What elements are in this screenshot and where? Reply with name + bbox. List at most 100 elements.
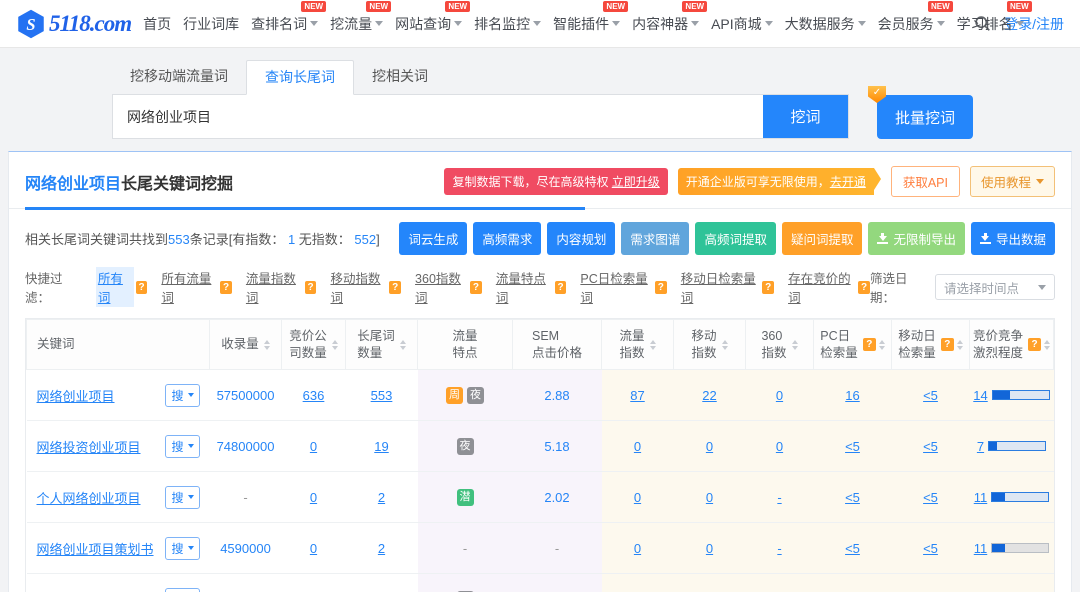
- action-高频词提取[interactable]: 高频词提取: [695, 222, 776, 255]
- traffic-index-cell-link[interactable]: 87: [630, 388, 644, 403]
- bid-company-count-cell-link[interactable]: 0: [310, 490, 317, 505]
- tab-查询长尾词[interactable]: 查询长尾词: [246, 60, 354, 95]
- keyword-link[interactable]: 个人网络创业项目: [37, 488, 141, 507]
- keyword-search-button[interactable]: 搜: [165, 384, 199, 407]
- longtail-count-cell-link[interactable]: 2: [378, 490, 385, 505]
- keyword-search-button[interactable]: 搜: [165, 588, 199, 592]
- pc-daily-search-cell-link[interactable]: <5: [845, 439, 860, 454]
- keyword-search-button[interactable]: 搜: [165, 435, 199, 458]
- help-icon[interactable]: ?: [858, 281, 870, 294]
- nav-item-查排名词[interactable]: 查排名词NEW: [251, 14, 318, 34]
- 360-index-cell-link[interactable]: 0: [776, 439, 783, 454]
- help-icon[interactable]: ?: [762, 281, 774, 294]
- nav-item-挖流量[interactable]: 挖流量NEW: [330, 14, 383, 34]
- 360-index-cell-link[interactable]: -: [777, 541, 781, 556]
- pc-daily-search-cell-link[interactable]: <5: [845, 541, 860, 556]
- sort-icon[interactable]: [957, 340, 963, 350]
- action-疑问词提取[interactable]: 疑问词提取: [782, 222, 863, 255]
- help-icon[interactable]: ?: [555, 281, 567, 294]
- longtail-count-cell-link[interactable]: 2: [378, 541, 385, 556]
- help-icon[interactable]: ?: [305, 281, 317, 294]
- bid-level-link[interactable]: 11: [974, 490, 988, 505]
- mobile-index-cell-link[interactable]: 0: [706, 541, 713, 556]
- help-icon[interactable]: ?: [136, 281, 148, 294]
- action-词云生成[interactable]: 词云生成: [399, 222, 467, 255]
- site-logo[interactable]: S 5118.com: [16, 9, 131, 39]
- pc-daily-search-cell-link[interactable]: 16: [845, 388, 859, 403]
- nav-item-大数据服务[interactable]: 大数据服务: [785, 14, 866, 34]
- filter-link[interactable]: 移动日检索量词: [681, 268, 761, 306]
- upgrade-promo-banner[interactable]: 复制数据下载，尽在高级特权 立即升级: [444, 168, 667, 195]
- longtail-count-cell-link[interactable]: 19: [374, 439, 388, 454]
- dig-words-button[interactable]: 挖词: [763, 95, 848, 138]
- get-api-button[interactable]: 获取API: [891, 166, 960, 197]
- action-无限制导出[interactable]: 无限制导出: [868, 222, 965, 255]
- mobile-daily-search-cell-link[interactable]: <5: [923, 388, 938, 403]
- sort-icon[interactable]: [332, 340, 338, 350]
- keyword-input[interactable]: [113, 95, 763, 138]
- filter-link[interactable]: 所有词: [96, 267, 134, 307]
- mobile-daily-search-cell-link[interactable]: <5: [923, 490, 938, 505]
- sort-icon[interactable]: [400, 340, 406, 350]
- mobile-index-cell-link[interactable]: 22: [702, 388, 716, 403]
- 360-index-cell-link[interactable]: 0: [776, 388, 783, 403]
- nav-item-首页[interactable]: 首页: [143, 14, 171, 34]
- help-icon[interactable]: ?: [470, 281, 482, 294]
- pc-daily-search-cell-link[interactable]: <5: [845, 490, 860, 505]
- tab-挖移动端流量词[interactable]: 挖移动端流量词: [112, 60, 246, 94]
- sort-icon[interactable]: [879, 340, 885, 350]
- nav-item-网站查询[interactable]: 网站查询NEW: [395, 14, 462, 34]
- 360-index-cell-link[interactable]: -: [777, 490, 781, 505]
- nav-item-API商城[interactable]: API商城: [711, 14, 773, 34]
- filter-link[interactable]: 所有流量词: [161, 268, 218, 306]
- nav-item-内容神器[interactable]: 内容神器NEW: [632, 14, 699, 34]
- help-icon[interactable]: ?: [863, 338, 876, 351]
- nav-item-智能插件[interactable]: 智能插件NEW: [553, 14, 620, 34]
- keyword-link[interactable]: 网络投资创业项目: [37, 437, 141, 456]
- sort-icon[interactable]: [650, 340, 656, 350]
- filter-link[interactable]: 存在竞价的词: [788, 268, 856, 306]
- keyword-search-button[interactable]: 搜: [165, 486, 199, 509]
- action-内容规划[interactable]: 内容规划: [547, 222, 615, 255]
- nav-item-学习排名[interactable]: 学习排名NEW: [957, 14, 1024, 34]
- traffic-index-cell-link[interactable]: 0: [634, 439, 641, 454]
- nav-item-会员服务[interactable]: 会员服务NEW: [878, 14, 945, 34]
- filter-link[interactable]: PC日检索量词: [580, 268, 653, 306]
- sort-icon[interactable]: [792, 340, 798, 350]
- help-icon[interactable]: ?: [220, 281, 232, 294]
- keyword-link[interactable]: 网络创业项目: [37, 386, 115, 405]
- bid-level-link[interactable]: 11: [974, 541, 988, 556]
- sort-icon[interactable]: [722, 340, 728, 350]
- filter-link[interactable]: 移动指数词: [330, 268, 387, 306]
- help-icon[interactable]: ?: [941, 338, 954, 351]
- help-icon[interactable]: ?: [1028, 338, 1041, 351]
- date-select[interactable]: 请选择时间点: [935, 274, 1055, 300]
- action-导出数据[interactable]: 导出数据: [971, 222, 1055, 255]
- filter-link[interactable]: 流量指数词: [246, 268, 303, 306]
- traffic-index-cell-link[interactable]: 0: [634, 541, 641, 556]
- mobile-daily-search-cell-link[interactable]: <5: [923, 439, 938, 454]
- keyword-search-button[interactable]: 搜: [165, 537, 199, 560]
- batch-dig-button[interactable]: 批量挖词: [877, 95, 973, 139]
- tutorial-button[interactable]: 使用教程: [970, 166, 1055, 197]
- tab-挖相关词[interactable]: 挖相关词: [354, 60, 446, 94]
- nav-item-排名监控[interactable]: 排名监控: [474, 14, 541, 34]
- mobile-index-cell-link[interactable]: 0: [706, 490, 713, 505]
- traffic-index-cell-link[interactable]: 0: [634, 490, 641, 505]
- sort-icon[interactable]: [1044, 340, 1050, 350]
- sort-icon[interactable]: [264, 340, 270, 350]
- filter-link[interactable]: 流量特点词: [496, 268, 553, 306]
- mobile-daily-search-cell-link[interactable]: <5: [923, 541, 938, 556]
- action-需求图谱[interactable]: 需求图谱: [621, 222, 689, 255]
- bid-level-link[interactable]: 14: [973, 388, 987, 403]
- bid-company-count-cell-link[interactable]: 0: [310, 439, 317, 454]
- filter-link[interactable]: 360指数词: [415, 268, 468, 306]
- bid-company-count-cell-link[interactable]: 0: [310, 541, 317, 556]
- upgrade-now-link[interactable]: 立即升级: [612, 175, 660, 189]
- help-icon[interactable]: ?: [389, 281, 401, 294]
- action-高频需求[interactable]: 高频需求: [473, 222, 541, 255]
- bid-level-link[interactable]: 7: [977, 439, 984, 454]
- keyword-link[interactable]: 网络创业项目策划书: [37, 539, 154, 558]
- open-enterprise-link[interactable]: 去开通: [830, 175, 866, 189]
- enterprise-promo-banner[interactable]: 开通企业版可享无限使用，去开通: [678, 168, 874, 195]
